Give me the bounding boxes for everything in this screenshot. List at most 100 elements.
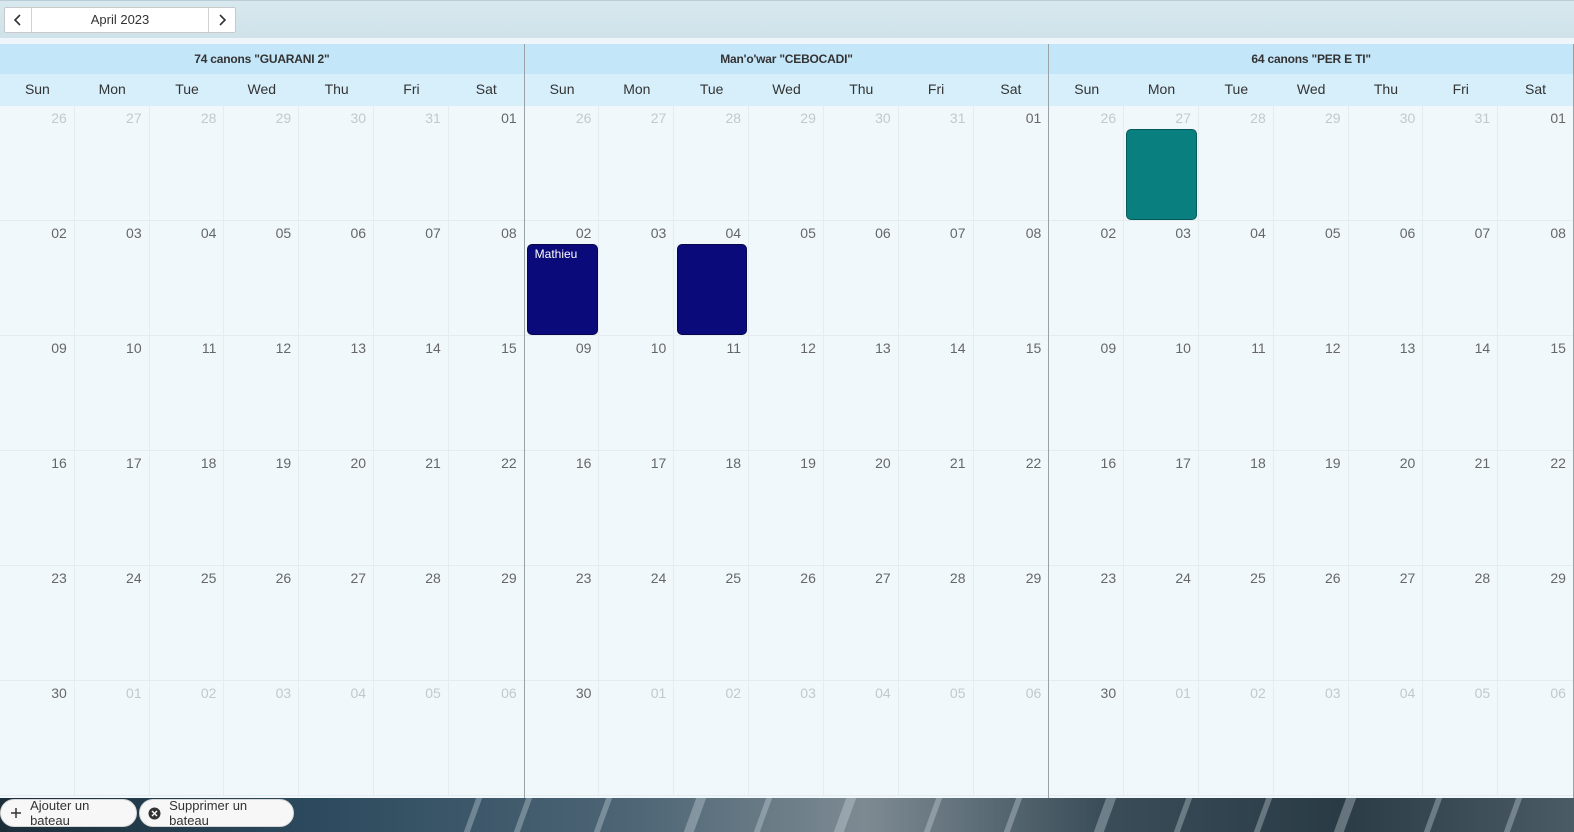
- day-cell[interactable]: 10: [1124, 336, 1199, 451]
- day-cell[interactable]: 20: [1348, 451, 1424, 566]
- day-cell[interactable]: 08: [1498, 221, 1573, 336]
- day-cell[interactable]: 22: [973, 451, 1049, 566]
- day-cell[interactable]: 02: [1049, 221, 1125, 336]
- day-cell[interactable]: 29: [448, 566, 524, 681]
- day-cell[interactable]: 01: [1124, 681, 1199, 796]
- day-cell[interactable]: 14: [374, 336, 449, 451]
- day-cell[interactable]: 27: [74, 106, 150, 221]
- day-cell[interactable]: 05: [224, 221, 300, 336]
- day-cell[interactable]: 26: [1049, 106, 1125, 221]
- day-cell[interactable]: 29: [749, 106, 824, 221]
- day-cell[interactable]: 07: [898, 221, 974, 336]
- day-cell[interactable]: 20: [299, 451, 375, 566]
- day-cell[interactable]: 01: [74, 681, 150, 796]
- day-cell[interactable]: 28: [149, 106, 225, 221]
- day-cell[interactable]: 04: [1348, 681, 1424, 796]
- day-cell[interactable]: 26: [749, 566, 824, 681]
- remove-boat-button[interactable]: Supprimer un bateau: [139, 798, 294, 828]
- day-cell[interactable]: 21: [1423, 451, 1499, 566]
- day-cell[interactable]: 02: [0, 221, 75, 336]
- day-cell[interactable]: 21: [374, 451, 449, 566]
- day-cell[interactable]: 18: [149, 451, 225, 566]
- day-cell[interactable]: 05: [749, 221, 824, 336]
- day-cell[interactable]: 28: [898, 566, 974, 681]
- day-cell[interactable]: 28: [1198, 106, 1274, 221]
- day-cell[interactable]: 25: [149, 566, 225, 681]
- day-cell[interactable]: 24: [599, 566, 675, 681]
- day-cell[interactable]: 04: [299, 681, 375, 796]
- day-cell[interactable]: 31: [898, 106, 974, 221]
- day-cell[interactable]: 17: [74, 451, 150, 566]
- day-cell[interactable]: 18: [674, 451, 750, 566]
- day-cell[interactable]: 09: [1049, 336, 1125, 451]
- day-cell[interactable]: 21: [898, 451, 974, 566]
- add-boat-button[interactable]: Ajouter un bateau: [0, 798, 137, 828]
- day-cell[interactable]: 29: [224, 106, 300, 221]
- day-cell[interactable]: 06: [299, 221, 375, 336]
- day-cell[interactable]: 22: [1498, 451, 1573, 566]
- day-cell[interactable]: 28: [674, 106, 750, 221]
- day-cell[interactable]: 16: [0, 451, 75, 566]
- day-cell[interactable]: 03: [1124, 221, 1199, 336]
- day-cell[interactable]: 30: [1348, 106, 1424, 221]
- day-cell[interactable]: 01: [448, 106, 524, 221]
- day-cell[interactable]: 08: [973, 221, 1049, 336]
- day-cell[interactable]: 03: [1273, 681, 1349, 796]
- day-cell[interactable]: 12: [749, 336, 824, 451]
- day-cell[interactable]: 29: [1273, 106, 1349, 221]
- day-cell[interactable]: 12: [1273, 336, 1349, 451]
- booking-event[interactable]: [1126, 129, 1198, 220]
- day-cell[interactable]: 18: [1198, 451, 1274, 566]
- day-cell[interactable]: 01: [1498, 106, 1573, 221]
- day-cell[interactable]: 17: [599, 451, 675, 566]
- day-cell[interactable]: 11: [149, 336, 225, 451]
- day-cell[interactable]: 11: [674, 336, 750, 451]
- day-cell[interactable]: 09: [0, 336, 75, 451]
- day-cell[interactable]: 15: [1498, 336, 1573, 451]
- day-cell[interactable]: 04: [149, 221, 225, 336]
- day-cell[interactable]: 08: [448, 221, 524, 336]
- month-label[interactable]: April 2023: [32, 8, 208, 32]
- day-cell[interactable]: 16: [1049, 451, 1125, 566]
- day-cell[interactable]: 13: [823, 336, 899, 451]
- day-cell[interactable]: 10: [74, 336, 150, 451]
- day-cell[interactable]: 30: [1049, 681, 1125, 796]
- day-cell[interactable]: 26: [0, 106, 75, 221]
- day-cell[interactable]: 19: [749, 451, 824, 566]
- day-cell[interactable]: 02: [149, 681, 225, 796]
- day-cell[interactable]: 30: [0, 681, 75, 796]
- day-cell[interactable]: 14: [898, 336, 974, 451]
- day-cell[interactable]: 07: [374, 221, 449, 336]
- day-cell[interactable]: 03: [74, 221, 150, 336]
- day-cell[interactable]: 15: [973, 336, 1049, 451]
- day-cell[interactable]: 23: [1049, 566, 1125, 681]
- day-cell[interactable]: 05: [898, 681, 974, 796]
- day-cell[interactable]: 14: [1423, 336, 1499, 451]
- prev-month-button[interactable]: [5, 8, 32, 32]
- day-cell[interactable]: 28: [1423, 566, 1499, 681]
- next-month-button[interactable]: [208, 8, 235, 32]
- day-cell[interactable]: 04: [823, 681, 899, 796]
- day-cell[interactable]: 09: [524, 336, 600, 451]
- day-cell[interactable]: 27: [299, 566, 375, 681]
- day-cell[interactable]: 26: [1273, 566, 1349, 681]
- day-cell[interactable]: 02: [1198, 681, 1274, 796]
- day-cell[interactable]: 16: [524, 451, 600, 566]
- day-cell[interactable]: 23: [524, 566, 600, 681]
- day-cell[interactable]: 24: [1124, 566, 1199, 681]
- day-cell[interactable]: 27: [1348, 566, 1424, 681]
- day-cell[interactable]: 03: [749, 681, 824, 796]
- day-cell[interactable]: 07: [1423, 221, 1499, 336]
- day-cell[interactable]: 25: [674, 566, 750, 681]
- day-cell[interactable]: 01: [973, 106, 1049, 221]
- day-cell[interactable]: 26: [224, 566, 300, 681]
- day-cell[interactable]: 31: [374, 106, 449, 221]
- day-cell[interactable]: 19: [224, 451, 300, 566]
- day-cell[interactable]: 13: [1348, 336, 1424, 451]
- day-cell[interactable]: 03: [224, 681, 300, 796]
- day-cell[interactable]: 27: [599, 106, 675, 221]
- day-cell[interactable]: 20: [823, 451, 899, 566]
- day-cell[interactable]: 11: [1198, 336, 1274, 451]
- booking-event[interactable]: [676, 244, 748, 335]
- day-cell[interactable]: 04: [1198, 221, 1274, 336]
